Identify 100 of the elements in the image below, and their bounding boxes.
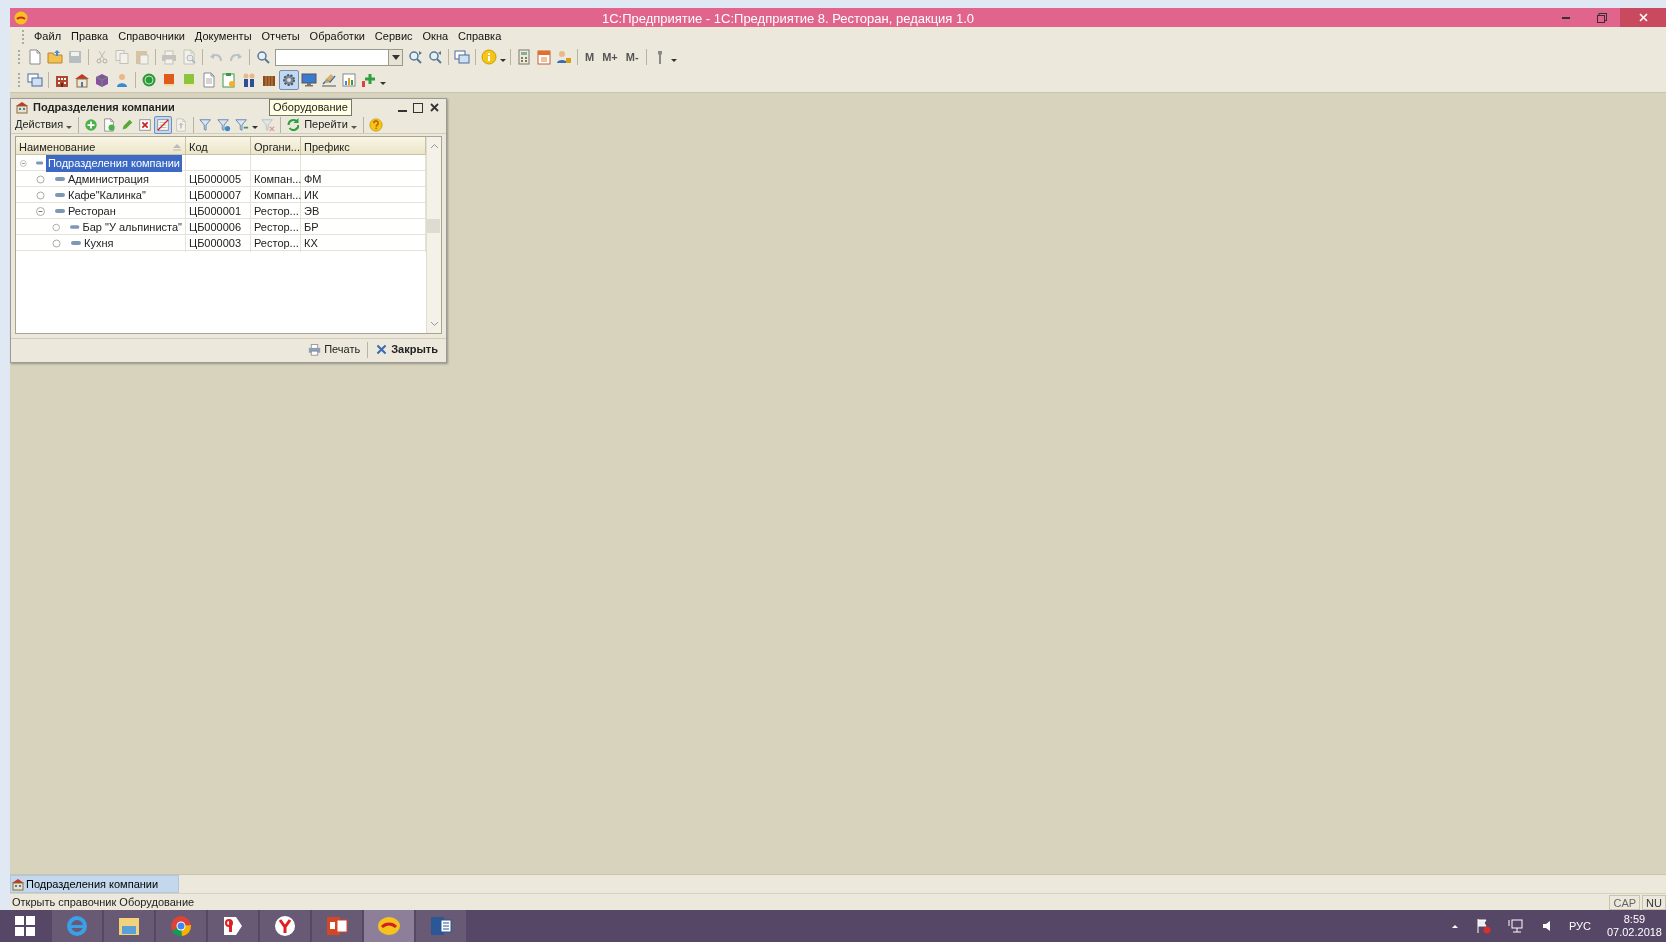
scissors-icon — [94, 49, 110, 65]
menu-item[interactable]: Правка — [66, 27, 114, 46]
menu-item[interactable]: Окна — [417, 27, 454, 46]
toolbar-button[interactable]: M- — [621, 48, 643, 66]
tree-item-label[interactable]: Кухня — [84, 235, 114, 252]
print-button[interactable]: Печать — [304, 341, 365, 358]
caret-icon — [380, 81, 386, 85]
taskbar-button[interactable] — [104, 910, 154, 942]
caret-icon — [670, 58, 677, 62]
tree-item-label[interactable]: Бар "У альпиниста" — [82, 219, 182, 236]
monitor-icon — [301, 72, 317, 88]
tree-item-label[interactable]: Подразделения компании — [45, 155, 182, 172]
taskbar-button[interactable] — [156, 910, 206, 942]
menu-item[interactable]: Обработки — [304, 27, 370, 46]
preview-icon — [181, 49, 197, 65]
toolbar-button[interactable] — [279, 70, 299, 90]
taskbar-button[interactable] — [312, 910, 362, 942]
building-icon — [11, 877, 25, 891]
caret-icon — [66, 126, 73, 129]
scroll-thumb[interactable] — [427, 219, 440, 233]
tooltip: Оборудование — [269, 99, 352, 116]
menu-button[interactable]: Перейти — [302, 116, 360, 133]
circle-icon — [36, 190, 45, 200]
table-cell: БР — [304, 221, 319, 233]
pen-chart-icon — [321, 72, 337, 88]
chevron-up-icon — [1450, 923, 1459, 929]
network-icon — [1506, 918, 1523, 934]
plus-chart-icon — [361, 72, 377, 88]
toolbar-button[interactable]: M+ — [598, 48, 622, 66]
dash-icon — [35, 160, 43, 167]
toolbar-button[interactable] — [339, 70, 359, 90]
report-icon — [341, 72, 357, 88]
taskbar-button[interactable] — [208, 910, 258, 942]
taskbar-button[interactable] — [364, 910, 414, 942]
clipboard-icon — [221, 72, 237, 88]
taskbar-button[interactable] — [416, 910, 466, 942]
toolbar-button[interactable] — [299, 70, 319, 90]
column-header[interactable]: Органи... — [251, 137, 301, 158]
filter-icon — [199, 116, 214, 133]
window-title: Подразделения компании — [33, 100, 175, 116]
scrollbar[interactable] — [426, 137, 441, 333]
delete-icon — [138, 116, 153, 133]
windows-icon — [454, 49, 470, 65]
caret-icon — [252, 126, 259, 129]
toolbar-button[interactable] — [366, 115, 385, 134]
search-icon — [255, 49, 271, 65]
printer-icon — [161, 49, 177, 65]
toolbar-button[interactable] — [452, 47, 472, 67]
maximize-icon — [413, 102, 423, 113]
folder-icon — [47, 49, 63, 65]
browser-icon — [65, 914, 89, 938]
status-indicator: CAP — [1609, 894, 1641, 910]
status-indicator: NU — [1642, 894, 1666, 910]
toolbar-button[interactable] — [45, 47, 65, 67]
scroll-up-icon — [430, 143, 439, 149]
search-field[interactable] — [275, 48, 403, 66]
windows-icon — [27, 72, 43, 88]
menu-item[interactable]: Файл — [29, 27, 67, 46]
table-cell: ЦБ000003 — [189, 237, 242, 249]
table-cell: ЭВ — [304, 205, 320, 217]
close-icon — [375, 343, 389, 356]
toolbar-button[interactable] — [154, 115, 173, 134]
dropdown-button[interactable] — [388, 49, 402, 65]
window-tab[interactable]: Подразделения компании — [10, 875, 180, 893]
browser-icon — [273, 914, 297, 938]
document-icon — [27, 49, 43, 65]
language-indicator[interactable]: РУС — [1568, 917, 1591, 935]
tree-item-label[interactable]: Ресторан — [68, 203, 116, 220]
help-icon — [368, 116, 383, 133]
taskbar-button[interactable] — [260, 910, 310, 942]
toolbar-button[interactable] — [534, 47, 554, 67]
copy-add-icon — [102, 116, 117, 133]
menu-button[interactable]: Действия — [13, 116, 76, 133]
table-cell: ИК — [304, 189, 319, 201]
table-cell: Рестор... — [254, 205, 299, 217]
toolbar-button[interactable] — [25, 70, 45, 90]
clock-date[interactable]: 07.02.2018 — [1606, 926, 1662, 939]
table-cell: КХ — [304, 237, 318, 249]
tree-item-label[interactable]: Кафе"Калинка" — [68, 187, 146, 204]
clock-time[interactable]: 8:59 — [1606, 913, 1662, 926]
page-icon — [201, 72, 217, 88]
building-icon — [15, 101, 29, 114]
sort-icon — [172, 142, 182, 153]
browser-icon — [169, 914, 193, 938]
table-cell: Компан... — [254, 173, 302, 185]
search-arrow-icon — [407, 49, 423, 65]
menu-item[interactable]: Документы — [189, 27, 257, 46]
toolbar-button[interactable]: M — [581, 48, 599, 66]
menu-item[interactable]: Сервис — [369, 27, 418, 46]
menu-item[interactable]: Справка — [453, 27, 507, 46]
level-up-icon — [174, 116, 189, 133]
windows-logo-icon — [15, 916, 35, 936]
close-button[interactable]: Закрыть — [371, 341, 442, 358]
circle-icon — [52, 238, 61, 248]
tree-item-label[interactable]: Администрация — [68, 171, 149, 188]
menu-item[interactable]: Справочники — [113, 27, 190, 46]
column-header[interactable]: Код — [186, 137, 251, 158]
clipboard-icon — [134, 49, 150, 65]
info-icon — [481, 49, 497, 65]
menu-item[interactable]: Отчеты — [256, 27, 305, 46]
